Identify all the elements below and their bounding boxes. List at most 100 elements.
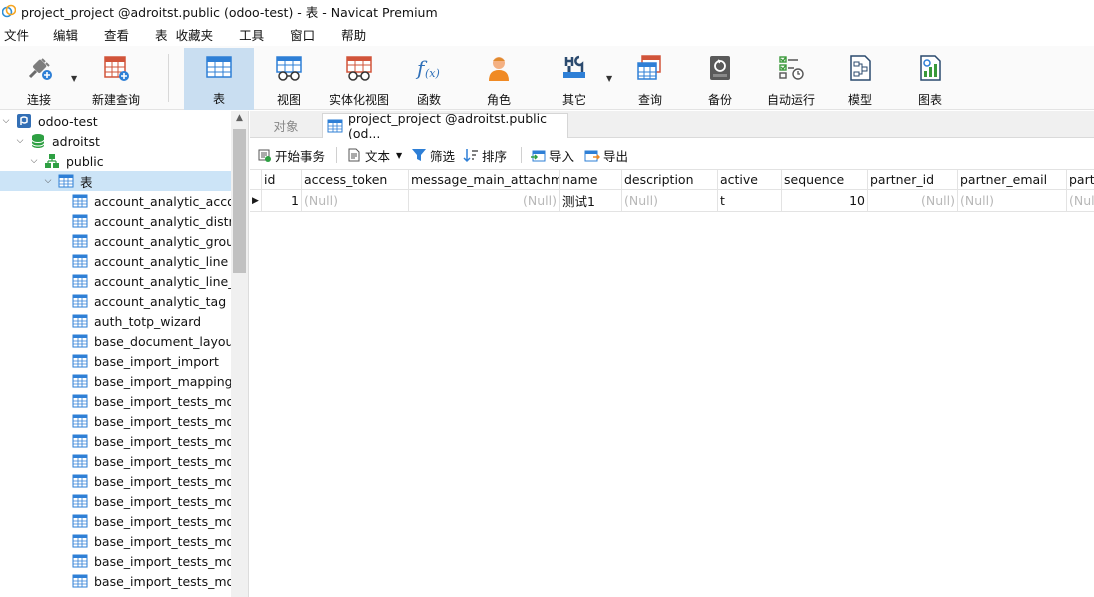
query-button[interactable]: 查询 <box>626 49 674 109</box>
scroll-thumb[interactable] <box>233 129 246 273</box>
tree-table-item[interactable]: base_import_tests_models_char_readonly <box>0 431 231 451</box>
menu-edit[interactable]: 编辑 <box>49 25 78 44</box>
column-header[interactable]: partner_id <box>868 170 958 190</box>
grid-cell[interactable]: (Null) <box>868 190 958 212</box>
table-row[interactable]: ▶ 1 (Null) (Null) 测试1 (Null) t 10 (Null) (Null) (N… <box>250 190 1094 212</box>
tree-database-adroitst[interactable]: ⌵ adroitst <box>0 131 231 151</box>
tree-table-item[interactable]: base_import_mapping <box>0 371 231 391</box>
import-button[interactable]: 导入 <box>530 146 574 164</box>
menu-table[interactable]: 表 <box>151 25 168 44</box>
tree-table-item[interactable]: base_import_tests_models_char_states <box>0 471 231 491</box>
grid-cell[interactable]: 测试1 <box>560 190 622 212</box>
backup-button[interactable]: 备份 <box>696 49 744 109</box>
column-header[interactable]: active <box>718 170 782 190</box>
column-header[interactable]: description <box>622 170 718 190</box>
chevron-down-icon[interactable]: ⌵ <box>42 176 54 186</box>
table-label: 表 <box>212 92 225 106</box>
column-header[interactable]: sequence <box>782 170 868 190</box>
query-label: 查询 <box>637 93 662 107</box>
tree-table-item[interactable]: base_import_tests_models_char <box>0 391 231 411</box>
backup-label: 备份 <box>707 93 732 107</box>
connect-label: 连接 <box>26 93 51 107</box>
table-icon <box>72 573 88 589</box>
user-role-icon <box>484 53 514 83</box>
export-button[interactable]: 导出 <box>584 146 628 164</box>
tree-scrollbar[interactable]: ▲ <box>231 111 248 597</box>
grid-cell[interactable]: (Null) <box>409 190 560 212</box>
column-header[interactable]: id <box>262 170 302 190</box>
grid-cell[interactable]: (Null) <box>302 190 409 212</box>
tree-table-item[interactable]: base_import_tests_models_m2o_related <box>0 571 231 591</box>
chevron-down-icon[interactable]: ▼ <box>396 151 402 160</box>
view-button[interactable]: 视图 <box>262 49 316 109</box>
grid-cell[interactable]: (Null) <box>958 190 1067 212</box>
tree-table-label: base_import_tests_models_char <box>94 393 231 409</box>
chevron-down-icon[interactable]: ⌵ <box>28 156 40 166</box>
other-button[interactable]: 其它 <box>550 49 598 109</box>
menu-view[interactable]: 查看 <box>100 25 129 44</box>
tree-table-item[interactable]: base_document_layout <box>0 331 231 351</box>
tree-schema-public[interactable]: ⌵ public <box>0 151 231 171</box>
tree-table-item[interactable]: account_analytic_line_tag_rel <box>0 271 231 291</box>
filter-button[interactable]: 筛选 <box>411 146 455 164</box>
tree-table-item[interactable]: base_import_tests_models_char_required <box>0 451 231 471</box>
tree-table-item[interactable]: base_import_tests_models_float <box>0 531 231 551</box>
connect-dropdown-icon[interactable]: ▼ <box>71 74 77 83</box>
tab-project-project[interactable]: project_project @adroitst.public (od... <box>322 111 568 141</box>
column-header[interactable]: message_main_attachment_id <box>409 170 560 190</box>
toolbar-divider <box>168 54 169 102</box>
tree-table-item[interactable]: account_analytic_account <box>0 191 231 211</box>
view-label: 视图 <box>276 93 301 107</box>
function-button[interactable]: f (x) 函数 <box>406 49 452 109</box>
column-header[interactable]: partner_phone <box>1067 170 1094 190</box>
tree-tables-node[interactable]: ⌵ 表 <box>0 171 231 191</box>
tree-table-label: base_import_tests_models_m2o <box>94 553 231 569</box>
column-header[interactable]: access_token <box>302 170 409 190</box>
other-dropdown-icon[interactable]: ▼ <box>606 74 612 83</box>
tree-table-item[interactable]: account_analytic_group <box>0 231 231 251</box>
tree-table-item[interactable]: account_analytic_line <box>0 251 231 271</box>
chevron-down-icon[interactable]: ⌵ <box>0 116 12 126</box>
menu-tools[interactable]: 工具 <box>235 25 264 44</box>
tab-objects[interactable]: 对象 <box>250 113 322 138</box>
automation-button[interactable]: 自动运行 <box>762 49 820 109</box>
tree-label: adroitst <box>52 133 100 149</box>
menu-favorites[interactable]: 收藏夹 <box>172 25 214 44</box>
column-header[interactable]: name <box>560 170 622 190</box>
tree-table-item[interactable]: auth_totp_wizard <box>0 311 231 331</box>
menu-window[interactable]: 窗口 <box>286 25 315 44</box>
tree-table-label: account_analytic_group <box>94 233 231 249</box>
model-button[interactable]: 模型 <box>838 49 882 109</box>
menu-help[interactable]: 帮助 <box>337 25 366 44</box>
materialized-view-button[interactable]: 实体化视图 <box>326 49 392 109</box>
tree-connection-odoo-test[interactable]: ⌵ odoo-test <box>0 111 231 131</box>
grid-cell[interactable]: (Null) <box>1067 190 1094 212</box>
column-header[interactable]: partner_email <box>958 170 1067 190</box>
tree-table-item[interactable]: base_import_import <box>0 351 231 371</box>
tree-table-item[interactable]: base_import_tests_models_char_noreadonly <box>0 411 231 431</box>
grid-cell[interactable]: t <box>718 190 782 212</box>
menu-file[interactable]: 文件 <box>0 25 29 44</box>
begin-transaction-button[interactable]: 开始事务 <box>256 146 325 164</box>
tree-table-item[interactable]: account_analytic_distribution <box>0 211 231 231</box>
grid-cell[interactable]: 1 <box>262 190 302 212</box>
scroll-up-icon[interactable]: ▲ <box>231 113 248 127</box>
tree-table-item[interactable]: account_analytic_tag <box>0 291 231 311</box>
chevron-down-icon[interactable]: ⌵ <box>14 136 26 146</box>
table-icon <box>72 313 88 329</box>
chart-button[interactable]: 图表 <box>906 49 954 109</box>
table-icon <box>72 253 88 269</box>
connect-button[interactable]: 连接 <box>14 49 64 109</box>
tools-icon <box>559 53 589 83</box>
tree-table-item[interactable]: base_import_tests_models_complex <box>0 511 231 531</box>
role-button[interactable]: 角色 <box>474 49 524 109</box>
sort-button[interactable]: 排序 <box>463 146 507 164</box>
grid-cell[interactable]: 10 <box>782 190 868 212</box>
table-button[interactable]: 表 <box>184 48 254 110</box>
text-button[interactable]: 文本 ▼ <box>346 146 402 164</box>
table-icon <box>72 493 88 509</box>
tree-table-item[interactable]: base_import_tests_models_char_stillreado… <box>0 491 231 511</box>
grid-cell[interactable]: (Null) <box>622 190 718 212</box>
tree-table-item[interactable]: base_import_tests_models_m2o <box>0 551 231 571</box>
new-query-button[interactable]: 新建查询 <box>88 49 144 109</box>
